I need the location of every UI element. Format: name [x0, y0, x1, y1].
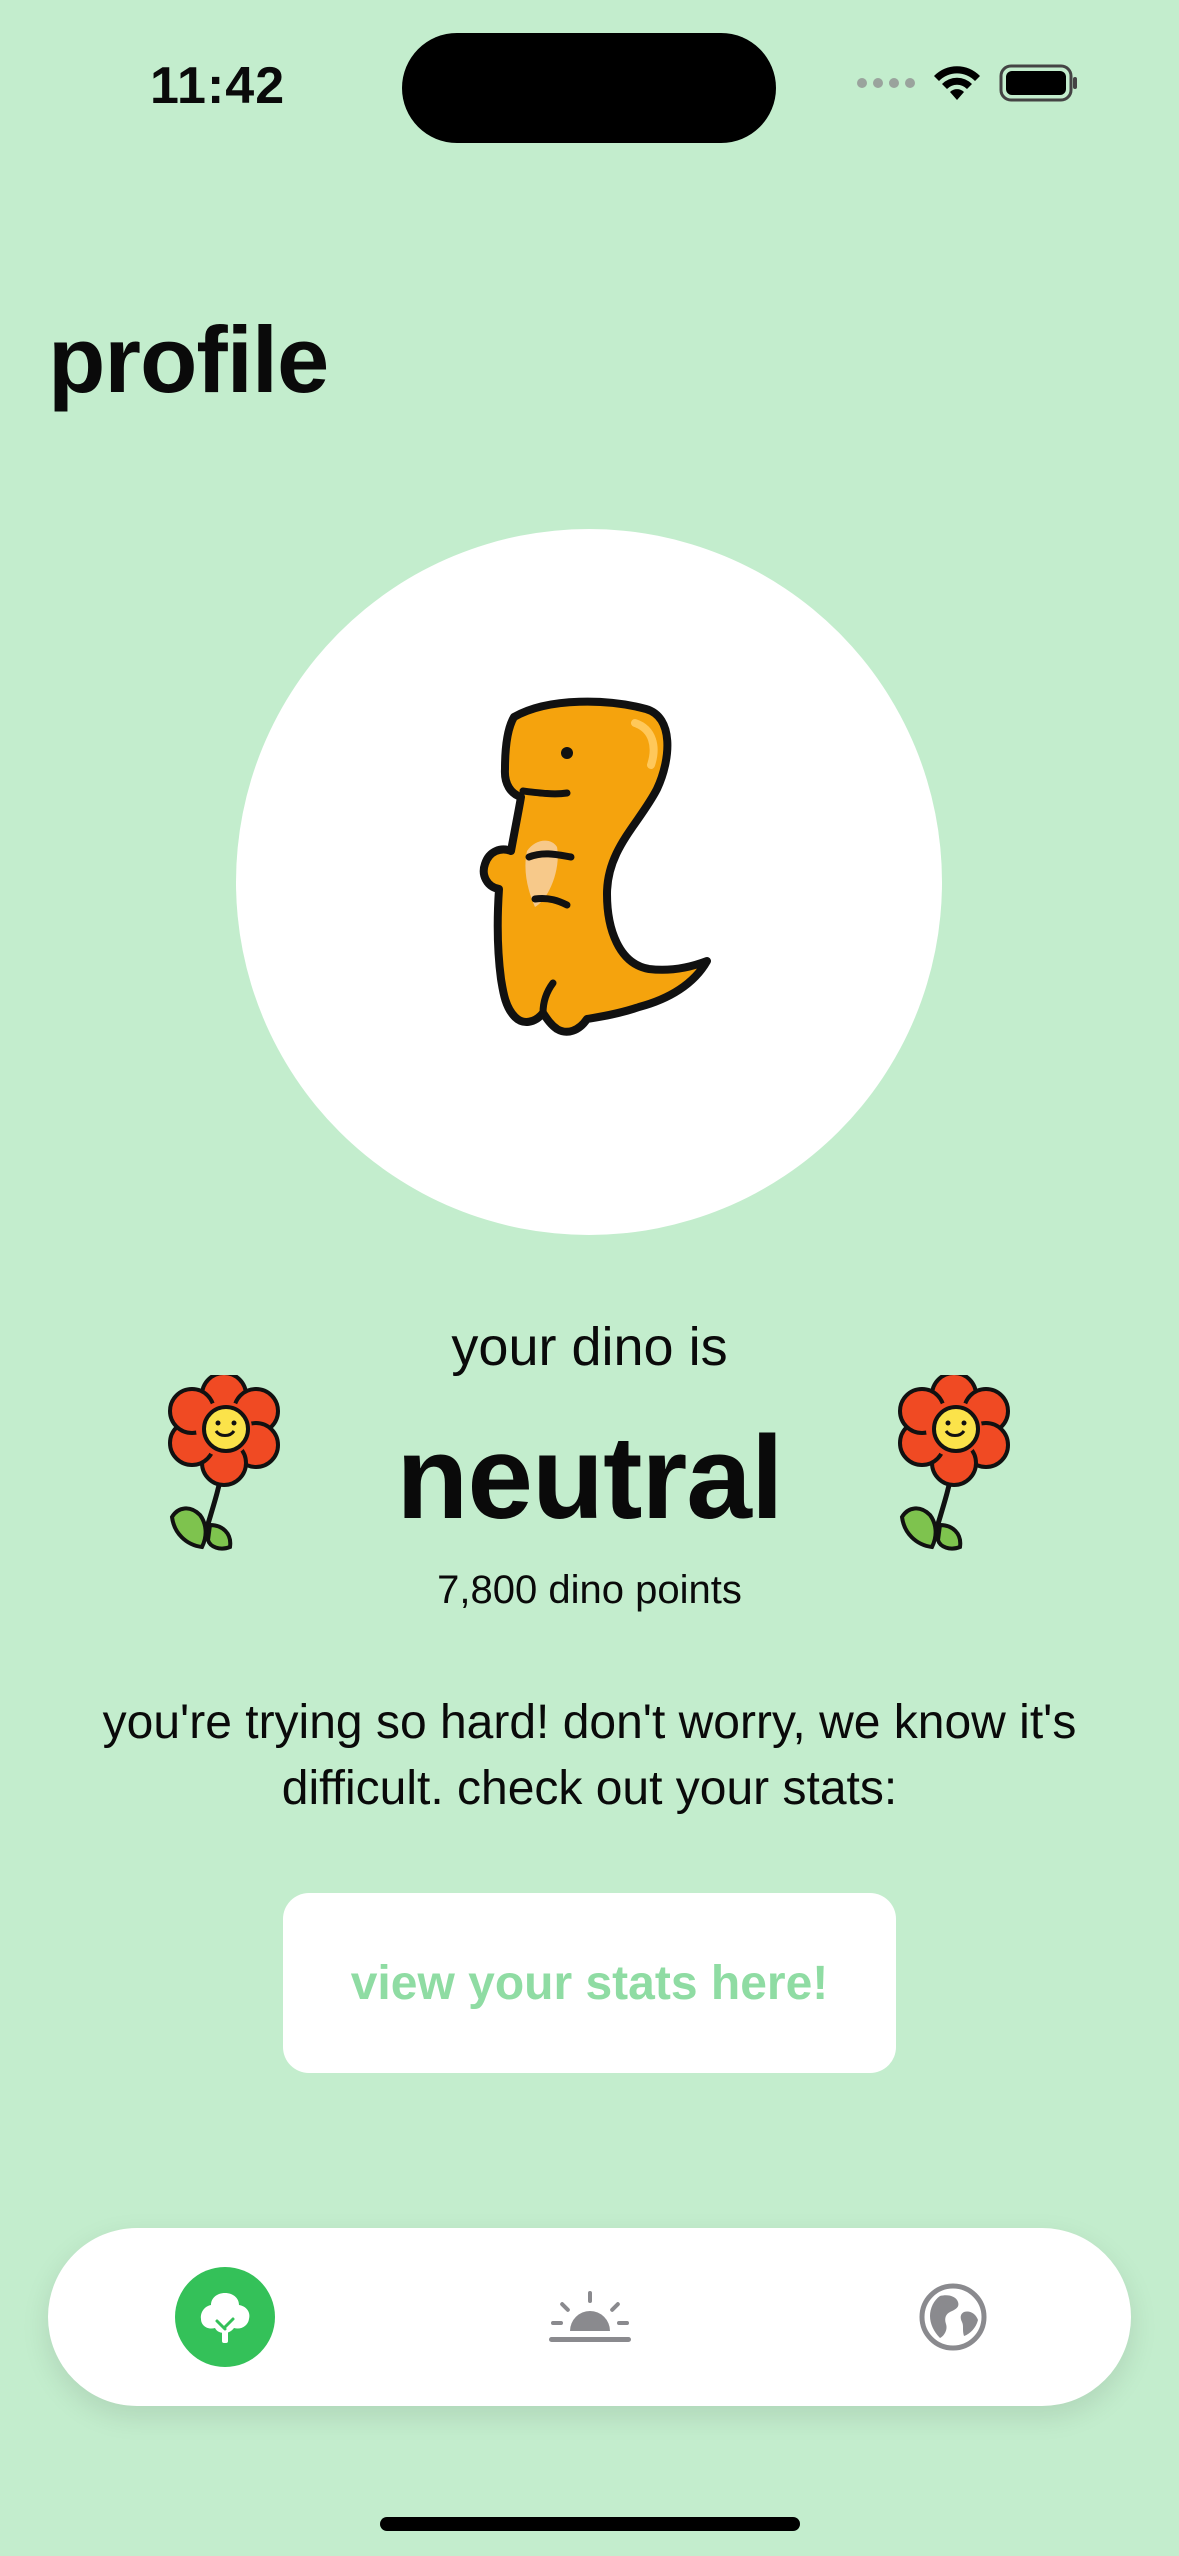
page-title: profile	[48, 307, 329, 412]
tree-icon	[200, 2293, 250, 2343]
wifi-icon	[934, 66, 980, 100]
dino-avatar	[236, 529, 942, 1235]
globe-icon	[919, 2283, 987, 2351]
flower-right-icon	[898, 1375, 1010, 1551]
tab-profile[interactable]	[175, 2267, 275, 2367]
flower-left-icon	[168, 1375, 280, 1551]
dino-points: 7,800 dino points	[437, 1568, 742, 1612]
battery-icon	[999, 64, 1077, 102]
sunrise-icon	[549, 2291, 631, 2342]
home-indicator	[380, 2517, 800, 2531]
status-icons	[857, 64, 1079, 102]
dino-illustration	[479, 697, 711, 1036]
status-time: 11:42	[150, 57, 286, 115]
signal-icon	[857, 78, 915, 88]
tab-bar	[48, 2228, 1131, 2406]
tab-sunrise[interactable]	[540, 2267, 640, 2367]
view-stats-button[interactable]: view your stats here!	[283, 1893, 896, 2073]
dynamic-island	[402, 33, 776, 143]
dino-status-label: your dino is	[451, 1317, 728, 1377]
tab-globe[interactable]	[903, 2267, 1003, 2367]
encouragement-message: you're trying so hard! don't worry, we k…	[102, 1696, 1077, 1815]
